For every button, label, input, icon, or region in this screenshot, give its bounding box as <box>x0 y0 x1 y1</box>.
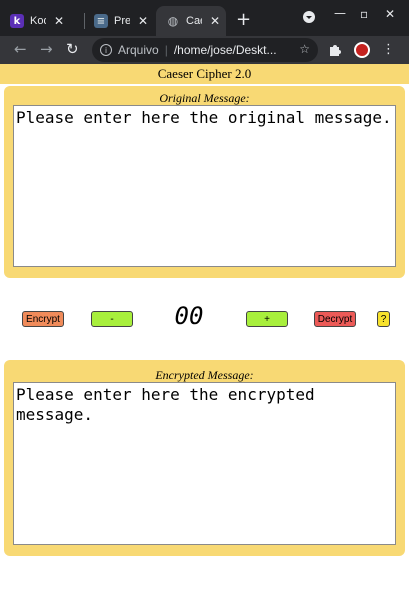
encrypted-message-label: Encrypted Message: <box>155 368 254 382</box>
plus-icon[interactable]: + <box>236 9 251 30</box>
tab-label: Prepa <box>114 15 130 27</box>
bookmark-star-icon[interactable]: ☆ <box>299 42 310 56</box>
kebab-menu-icon[interactable]: ⋮ <box>382 42 395 57</box>
page-title: Caeser Cipher 2.0 <box>0 64 409 84</box>
tab-search-icon[interactable] <box>302 10 316 27</box>
browser-tab-strip: k Kodi ✕ ≡ Prepa ✕ ◍ Caes ✕ + — ▫ ✕ <box>0 0 409 36</box>
close-tab-icon[interactable]: ✕ <box>54 14 64 28</box>
globe-icon: ◍ <box>167 14 179 28</box>
close-tab-icon[interactable]: ✕ <box>138 14 148 28</box>
encrypted-message-panel: Encrypted Message: <box>4 360 405 556</box>
tab-caeser-active[interactable]: ◍ Caes ✕ <box>156 6 226 36</box>
maximize-icon[interactable]: ▫ <box>360 7 368 21</box>
info-icon[interactable]: i <box>100 44 112 56</box>
page-footer-space <box>0 556 409 592</box>
encrypt-button[interactable]: Encrypt <box>22 311 64 327</box>
original-message-label: Original Message: <box>159 91 250 105</box>
browser-toolbar: ← → ↻ i Arquivo | /home/jose/Deskt... ☆ … <box>0 36 409 64</box>
decrypt-button[interactable]: Decrypt <box>314 311 356 327</box>
original-message-panel: Original Message: <box>4 86 405 278</box>
decrease-shift-button[interactable]: - <box>91 311 133 327</box>
profile-avatar[interactable] <box>354 42 370 58</box>
close-window-icon[interactable]: ✕ <box>385 7 395 21</box>
forward-arrow-icon[interactable]: → <box>40 40 53 58</box>
encrypted-message-input[interactable] <box>13 382 396 545</box>
tab-label: Kodi <box>30 15 46 27</box>
address-scheme: Arquivo <box>118 43 159 57</box>
reload-icon[interactable]: ↻ <box>66 40 79 58</box>
back-arrow-icon[interactable]: ← <box>14 40 27 58</box>
close-tab-icon[interactable]: ✕ <box>210 14 220 28</box>
tab-prepa[interactable]: ≡ Prepa ✕ <box>84 6 156 36</box>
kodi-favicon-icon: k <box>10 14 24 28</box>
extensions-puzzle-icon[interactable] <box>328 43 342 60</box>
increase-shift-button[interactable]: + <box>246 311 288 327</box>
shift-value: 00 <box>174 302 204 330</box>
original-message-input[interactable] <box>13 105 396 267</box>
address-bar[interactable]: i Arquivo | /home/jose/Deskt... ☆ <box>92 38 318 62</box>
cipher-controls: Encrypt - 00 + Decrypt ? <box>0 278 409 360</box>
minimize-icon[interactable]: — <box>334 6 346 20</box>
help-button[interactable]: ? <box>377 311 390 327</box>
document-favicon-icon: ≡ <box>94 14 108 28</box>
address-path: /home/jose/Deskt... <box>173 43 277 57</box>
address-divider: | <box>164 43 168 57</box>
tab-label: Caes <box>186 15 202 27</box>
tab-kodi[interactable]: k Kodi ✕ <box>0 6 84 36</box>
